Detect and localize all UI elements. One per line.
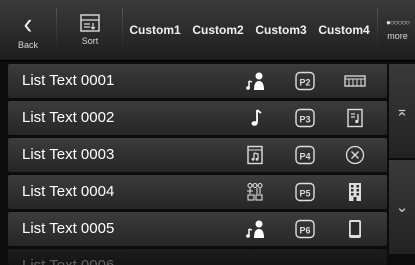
building-icon [344,182,366,202]
person-note-icon [244,219,266,239]
list-item[interactable]: List Text 0003 P4 [8,138,387,172]
custom3-button[interactable]: Custom3 [251,0,311,60]
p5-badge-icon: P5 [294,182,316,202]
list-item-label: List Text 0002 [22,109,115,126]
list-item[interactable]: List Text 0004 P5 [8,175,387,209]
list-item-label: List Text 0003 [22,146,115,163]
scroll-down-button[interactable]: ⌄ [389,160,415,254]
back-label: Back [17,40,38,50]
phone-icon [344,219,366,239]
custom2-button[interactable]: Custom2 [188,0,248,60]
p-badge-text: P3 [299,115,310,125]
cancel-circle-icon [344,145,366,165]
p-badge-text: P2 [299,78,310,88]
p2-badge-icon: P2 [294,71,316,91]
toolbar: ‹ Back Sort Custom1 Custom2 Custom3 Cust… [0,0,415,61]
chevron-left-icon: ‹ [23,5,33,41]
music-file-icon [344,108,366,128]
p3-badge-icon: P3 [294,108,316,128]
p-badge-text: P4 [299,152,310,162]
list-item[interactable]: List Text 0002 P3 [8,101,387,135]
music-file-icon [244,145,266,165]
p4-badge-icon: P4 [294,145,316,165]
toolbar-divider [377,8,378,52]
list-item[interactable]: List Text 0005 P6 [8,212,387,246]
toolbar-divider [122,8,123,52]
more-button[interactable]: ●○○○○○ more [380,0,415,60]
page-indicator-dots: ●○○○○○ [386,18,410,27]
sort-label: Sort [81,36,99,46]
list-item-label: List Text 0005 [22,220,115,237]
back-button[interactable]: ‹ Back [6,0,50,60]
toolbar-divider [56,8,57,52]
p-badge-text: P5 [299,189,310,199]
list-item-label: List Text 0001 [22,72,115,89]
more-label: more [387,31,408,41]
list-item-label: List Text 0006 [22,257,114,265]
keyboard-icon [344,71,366,91]
person-note-icon [244,71,266,91]
page-up-icon: ⌅ [395,103,409,120]
list-item[interactable]: List Text 0001 P2 [8,64,387,98]
sort-button[interactable]: Sort [62,0,118,60]
list-item[interactable]: List Text 0006 [8,249,387,265]
sort-icon [80,14,100,32]
custom4-button[interactable]: Custom4 [314,0,374,60]
music-note-icon [244,108,266,128]
p-badge-text: P6 [299,226,310,236]
page-down-icon: ⌄ [395,199,409,216]
p6-badge-icon: P6 [294,219,316,239]
list-item-label: List Text 0004 [22,183,115,200]
scroll-up-button[interactable]: ⌅ [389,64,415,158]
band-icon [244,182,266,202]
content-list: List Text 0001 P2 List Text 0002 P3 List… [8,64,387,265]
custom1-button[interactable]: Custom1 [126,0,184,60]
